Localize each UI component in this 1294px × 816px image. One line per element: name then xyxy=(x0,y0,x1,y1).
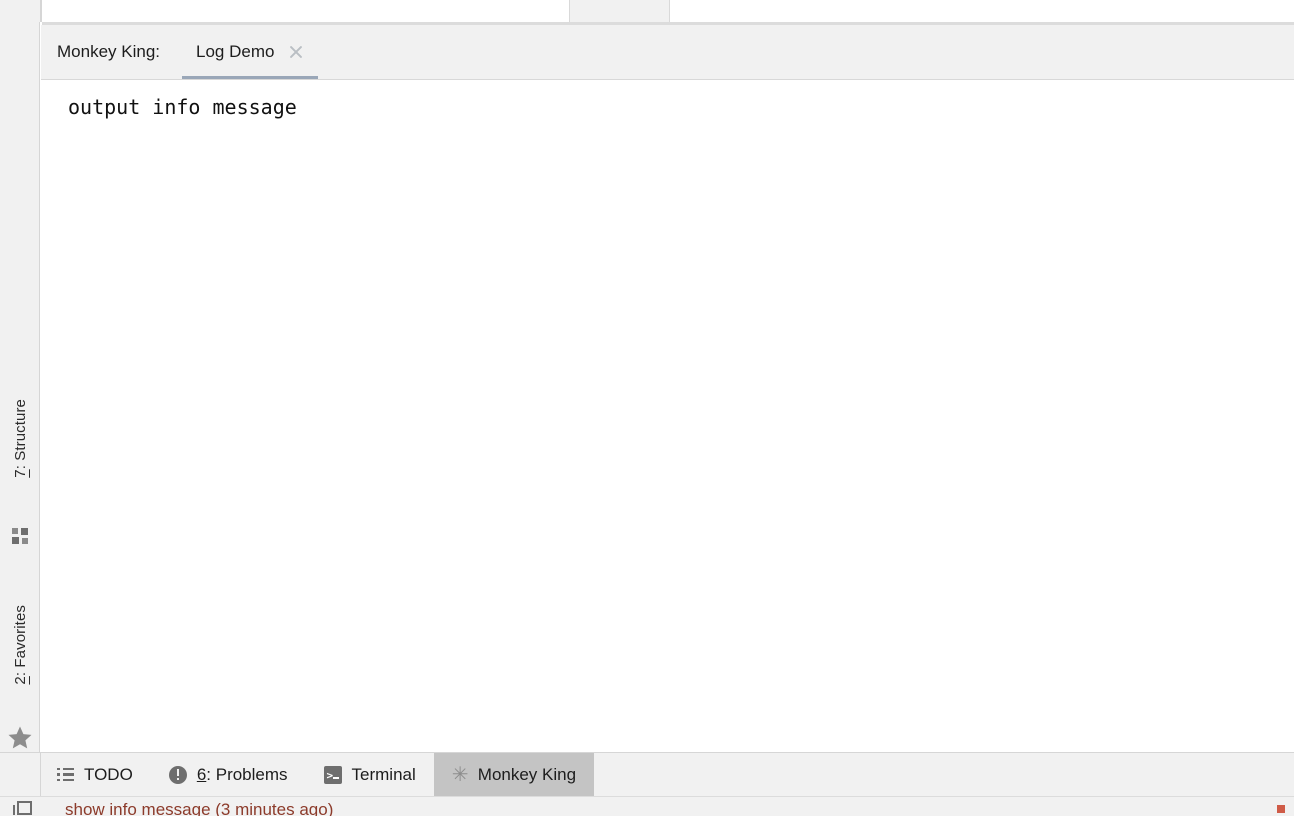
problems-shortcut-number: 6 xyxy=(196,764,207,784)
console-runner-label: Monkey King: xyxy=(57,42,160,61)
status-indicator-dot xyxy=(1277,805,1285,813)
asterisk-icon: ✳ xyxy=(451,763,469,786)
console-output-area[interactable]: output info message xyxy=(41,80,1294,765)
sidebar-item-favorites-label: 2: Favorites xyxy=(11,604,29,685)
bottom-tab-problems[interactable]: 6: Problems xyxy=(151,753,306,796)
sidebar-item-structure[interactable]: 7: Structure xyxy=(0,362,40,514)
problems-label-rest: : Problems xyxy=(206,764,288,784)
bottom-bar-left-cap xyxy=(0,752,41,796)
bottom-tab-terminal-label: Terminal xyxy=(351,764,416,784)
bottom-tab-terminal[interactable]: > Terminal xyxy=(306,753,434,796)
status-bar: show info message (3 minutes ago) xyxy=(0,796,1294,816)
top-strip-panel-segment xyxy=(569,0,670,22)
close-icon[interactable] xyxy=(288,44,304,60)
star-icon[interactable] xyxy=(0,725,40,749)
bottom-tab-todo[interactable]: TODO xyxy=(41,753,151,796)
todo-list-icon xyxy=(57,767,74,782)
bottom-tab-monkey-king-label: Monkey King xyxy=(477,764,577,784)
bottom-tab-problems-label: 6: Problems xyxy=(197,765,288,785)
console-tab-label: Log Demo xyxy=(196,42,275,61)
top-clipped-panel-strip xyxy=(0,0,1294,22)
bottom-tab-todo-label: TODO xyxy=(84,764,133,784)
status-message[interactable]: show info message (3 minutes ago) xyxy=(65,800,333,816)
bottom-tool-window-bar: TODO 6: Problems > Terminal ✳ Monkey Kin… xyxy=(41,752,1294,796)
active-tab-indicator xyxy=(182,75,319,79)
top-strip-editor-area-right xyxy=(670,0,1294,22)
console-tab-log-demo[interactable]: Log Demo xyxy=(182,25,319,79)
left-tool-window-strip: 7: Structure 2: Favorites xyxy=(0,22,40,752)
console-tab-bar: Monkey King: Log Demo xyxy=(41,25,1294,80)
monkey-king-tool-window: Monkey King: Log Demo output info messag… xyxy=(41,25,1294,765)
problems-warning-icon xyxy=(168,765,187,784)
console-output-line: output info message xyxy=(68,95,297,119)
bottom-tab-monkey-king[interactable]: ✳ Monkey King xyxy=(433,753,595,796)
terminal-icon: > xyxy=(323,765,342,784)
top-strip-editor-area-left xyxy=(42,0,569,22)
checkbox-icon[interactable] xyxy=(13,801,32,816)
sidebar-item-favorites[interactable]: 2: Favorites xyxy=(0,572,40,717)
ide-window: 7: Structure 2: Favorites Monkey King: L… xyxy=(0,0,1294,816)
top-strip-left-gutter xyxy=(0,0,40,22)
structure-icon[interactable] xyxy=(0,525,40,547)
sidebar-item-structure-label: 7: Structure xyxy=(11,398,29,478)
